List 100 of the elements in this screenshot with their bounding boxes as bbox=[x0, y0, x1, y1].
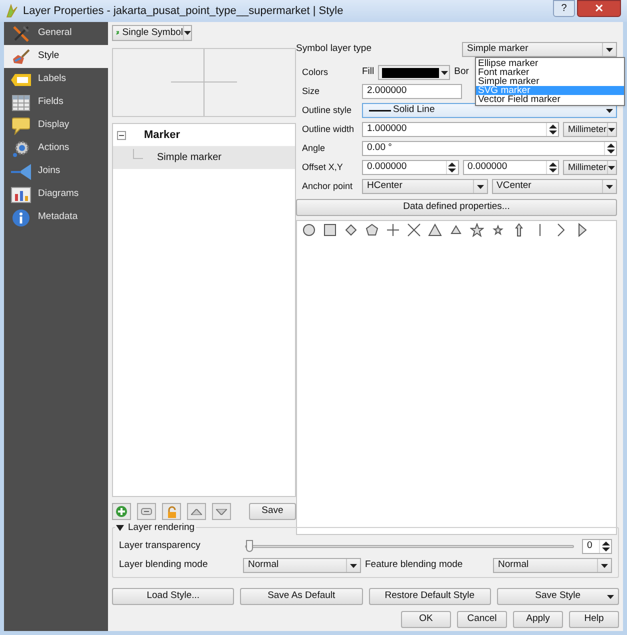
lock-icon bbox=[166, 506, 176, 518]
sidebar-item[interactable]: Display bbox=[4, 114, 108, 137]
caret-icon bbox=[476, 184, 484, 188]
offset-x-field[interactable]: 0.000000 bbox=[362, 160, 458, 175]
vertical-anchor-dropdown[interactable]: VCenter bbox=[492, 179, 617, 194]
spin-arrows-icon[interactable] bbox=[602, 540, 610, 552]
tools-icon bbox=[12, 24, 30, 42]
table-icon bbox=[12, 94, 30, 110]
dialog-button[interactable]: Cancel bbox=[457, 611, 507, 628]
angle-field[interactable]: 0.00 ° bbox=[362, 141, 617, 156]
speech-bubble-icon bbox=[12, 116, 30, 134]
border-label: Bor bbox=[454, 65, 469, 80]
spin-arrows-icon[interactable] bbox=[448, 162, 456, 173]
symbol-layer-type-label: Symbol layer type bbox=[296, 42, 373, 56]
dialog-button[interactable]: OK bbox=[401, 611, 451, 628]
outline-width-field[interactable]: 1.000000 bbox=[362, 122, 559, 137]
small-star-marker-icon[interactable] bbox=[491, 223, 505, 237]
chart-icon bbox=[11, 186, 31, 202]
fill-color-button[interactable] bbox=[378, 65, 450, 80]
transparency-field[interactable]: 0 bbox=[582, 538, 612, 554]
sidebar-item[interactable]: Diagrams bbox=[4, 183, 108, 206]
caret-icon bbox=[607, 595, 614, 599]
app-logo-icon bbox=[6, 4, 18, 18]
down-triangle-icon bbox=[216, 508, 227, 514]
brush-icon bbox=[12, 48, 30, 66]
sidebar-item[interactable]: General bbox=[4, 22, 108, 45]
caret-icon bbox=[606, 108, 612, 112]
x-cross-marker-icon[interactable] bbox=[407, 223, 421, 237]
unit-dropdown[interactable]: Millimeter bbox=[563, 160, 617, 175]
offset-y-field[interactable]: 0.000000 bbox=[462, 160, 559, 175]
group-title: Layer rendering bbox=[128, 521, 195, 535]
help-button[interactable]: ? bbox=[553, 0, 575, 17]
close-button[interactable]: ✕ bbox=[577, 0, 621, 17]
remove-layer-button[interactable] bbox=[137, 503, 156, 520]
sidebar-item[interactable]: Actions bbox=[4, 137, 108, 160]
move-down-button[interactable] bbox=[212, 503, 231, 520]
horizontal-anchor-dropdown[interactable]: HCenter bbox=[362, 179, 488, 194]
circle-marker-icon[interactable] bbox=[302, 223, 316, 237]
symbol-layer-type-dropdown[interactable]: Simple marker bbox=[462, 42, 617, 57]
window-title: Layer Properties - jakarta_pusat_point_type__supermarket | Style bbox=[23, 4, 344, 19]
dropdown-option[interactable]: Font marker bbox=[476, 68, 624, 77]
gear-icon bbox=[12, 140, 30, 158]
sidebar-item[interactable]: Fields bbox=[4, 91, 108, 114]
arrow-marker-icon[interactable] bbox=[512, 223, 526, 237]
slider-handle[interactable] bbox=[246, 540, 253, 552]
size-field[interactable]: 2.000000 bbox=[362, 84, 462, 99]
collapse-arrow-icon[interactable] bbox=[116, 525, 124, 532]
lock-button[interactable] bbox=[162, 503, 181, 520]
field-label: Size bbox=[302, 84, 321, 98]
dialog-button[interactable]: Apply bbox=[513, 611, 563, 628]
color-swatch bbox=[382, 68, 440, 78]
minus-icon bbox=[141, 508, 152, 515]
data-defined-properties-button[interactable]: Data defined properties... bbox=[296, 199, 617, 216]
field-label: Anchor point bbox=[302, 180, 354, 193]
style-button[interactable]: Save Style bbox=[496, 588, 619, 605]
style-button[interactable]: Save As Default bbox=[240, 588, 362, 605]
caret-icon bbox=[184, 30, 191, 35]
caret-icon bbox=[608, 128, 616, 132]
field-label: Angle bbox=[302, 142, 326, 155]
small-triangle-marker-icon[interactable] bbox=[449, 223, 463, 237]
caret-icon bbox=[606, 184, 613, 188]
dropdown-option[interactable]: Ellipse marker bbox=[476, 59, 624, 68]
sidebar-item[interactable]: Labels bbox=[4, 68, 108, 91]
style-button[interactable]: Restore Default Style bbox=[368, 588, 491, 605]
spin-arrows-icon[interactable] bbox=[606, 143, 614, 154]
move-up-button[interactable] bbox=[187, 503, 206, 520]
square-marker-icon[interactable] bbox=[323, 223, 337, 237]
cross-marker-icon[interactable] bbox=[386, 223, 400, 237]
collapse-icon[interactable] bbox=[117, 130, 126, 140]
caret-icon bbox=[606, 48, 613, 52]
caret-icon bbox=[350, 564, 357, 568]
feature-blending-dropdown[interactable]: Normal bbox=[493, 558, 612, 573]
diamond-marker-icon[interactable] bbox=[344, 223, 358, 237]
caret-icon bbox=[440, 70, 448, 74]
save-button[interactable]: Save bbox=[249, 503, 296, 520]
triangle-marker-icon[interactable] bbox=[428, 223, 442, 237]
dropdown-option[interactable]: Vector Field marker bbox=[476, 95, 624, 104]
sublayer-label: Simple marker bbox=[157, 151, 222, 166]
blending-label: Feature blending mode bbox=[365, 558, 464, 572]
field-label: Colors bbox=[302, 66, 330, 79]
pentagon-marker-icon[interactable] bbox=[365, 223, 379, 237]
transparency-label: Layer transparency bbox=[119, 538, 202, 553]
join-arrow-icon bbox=[11, 164, 31, 180]
spin-arrows-icon[interactable] bbox=[548, 162, 556, 173]
style-button[interactable]: Load Style... bbox=[112, 588, 234, 605]
crosshair-preview-icon bbox=[171, 48, 237, 116]
star-marker-icon[interactable] bbox=[470, 223, 484, 237]
unit-dropdown[interactable]: Millimeter bbox=[563, 122, 617, 137]
dialog-button[interactable]: Help bbox=[569, 611, 619, 628]
tree-subitem[interactable]: Simple marker bbox=[113, 146, 295, 169]
fill-label: Fill bbox=[362, 65, 374, 80]
dropdown-option[interactable]: Simple marker bbox=[476, 77, 624, 86]
layer-blending-dropdown[interactable]: Normal bbox=[243, 558, 361, 573]
spin-arrows-icon[interactable] bbox=[548, 124, 556, 135]
sidebar-item[interactable]: Style bbox=[4, 45, 108, 68]
renderer-dropdown[interactable]: Single Symbol bbox=[112, 24, 192, 41]
layer-label: Marker bbox=[144, 128, 180, 143]
sidebar-item[interactable]: Joins bbox=[4, 160, 108, 183]
sidebar-item[interactable]: Metadata bbox=[4, 206, 108, 229]
add-layer-button[interactable] bbox=[112, 503, 131, 520]
